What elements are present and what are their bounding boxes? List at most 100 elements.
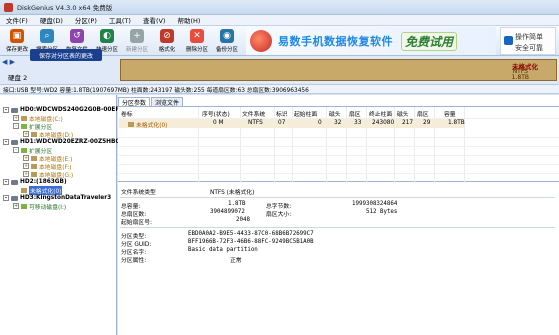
save-icon: ▣ (10, 29, 24, 43)
col-header-label[interactable]: 卷标 (121, 109, 133, 118)
divider (120, 197, 555, 198)
partition-icon (21, 187, 27, 193)
partition-icon (21, 123, 27, 129)
disk-info-text: 接口:USB 型号:WD2 容量:1.8TB(1907697MB) 柱面数:24… (3, 87, 309, 94)
fs-type-value: NTFS (未格式化) (210, 190, 255, 196)
menu-bar: 文件(F) 硬盘(D) 分区(P) 工具(T) 查看(V) 帮助(H) (0, 15, 559, 26)
window-title: DiskGenius V4.3.0 x64 免费版 (17, 4, 113, 12)
collapse-icon[interactable]: - (3, 195, 9, 201)
expand-icon[interactable]: + (13, 115, 19, 121)
cell-start-head: 32 (334, 120, 342, 126)
tab-browse-files[interactable]: 浏览文件 (151, 97, 184, 107)
tab-partition-params[interactable]: 分区参数 (118, 97, 151, 107)
col-header-index[interactable]: 序号(状态) (202, 109, 230, 118)
partition-icon (31, 131, 37, 137)
collapse-icon[interactable]: - (13, 123, 19, 129)
tree-item-d[interactable]: + 本地磁盘(D:) (23, 130, 73, 139)
col-header-end-head[interactable]: 磁头 (397, 109, 409, 118)
grid-row-line (118, 164, 559, 165)
menu-tools[interactable]: 工具(T) (109, 15, 131, 25)
partition-table: 卷标 序号(状态) 文件系统 标识 起始柱面 磁头 扇区 终止柱面 磁头 扇区 … (118, 106, 559, 183)
cell-capacity: 1.8TB (448, 120, 465, 126)
divider (120, 227, 555, 228)
tree-item-g[interactable]: + 本地磁盘(G:) (23, 170, 73, 179)
collapse-icon[interactable]: - (3, 107, 9, 113)
tree-item-hd1[interactable]: - HD1:WDCWD20EZRZ-00Z5HB0(1 (3, 138, 126, 146)
expand-icon[interactable]: + (23, 155, 29, 161)
disk-icon (11, 139, 18, 145)
col-header-start-sector[interactable]: 扇区 (349, 109, 361, 118)
expand-icon[interactable]: + (23, 163, 29, 169)
partition-attr-label: 分区属性: (121, 258, 147, 264)
expand-icon[interactable]: + (23, 131, 29, 137)
menu-disk[interactable]: 硬盘(D) (40, 15, 63, 25)
detail-panel: 分区参数 浏览文件 卷标 序号(状态) 文件系统 标识 起始柱面 磁头 扇区 终… (118, 95, 559, 335)
col-header-end-sector[interactable]: 扇区 (417, 109, 429, 118)
cell-end-sector: 29 (423, 120, 431, 126)
cell-end-cyl: 243080 (372, 120, 395, 126)
search-icon: ⌕ (40, 29, 54, 43)
backup-partition-button[interactable]: ◉ 备份分区 (212, 28, 242, 54)
disk-selector-label: 硬盘 2 (8, 74, 28, 82)
partition-icon (31, 171, 37, 177)
cell-id: 07 (278, 120, 286, 126)
total-capacity-value: 1.8TB (228, 201, 246, 207)
menu-help[interactable]: 帮助(H) (177, 15, 200, 25)
col-header-capacity[interactable]: 容量 (444, 109, 456, 118)
delete-partition-button[interactable]: ✕ 删除分区 (182, 28, 212, 54)
partition-icon (21, 147, 27, 153)
new-partition-button[interactable]: + 新建分区 (122, 28, 152, 54)
col-header-id[interactable]: 标识 (276, 109, 288, 118)
tree-item-i[interactable]: + 可移动磁盘(I:) (13, 202, 66, 211)
ad-side-panel[interactable]: 操作简单 安全可靠 (500, 27, 556, 55)
col-header-start-head[interactable]: 磁头 (329, 109, 341, 118)
col-header-end-cyl[interactable]: 终止柱面 (369, 109, 392, 118)
menu-view[interactable]: 查看(V) (143, 15, 166, 25)
collapse-icon[interactable]: - (3, 179, 9, 185)
cell-index: 0 M (213, 120, 224, 126)
partition-type-value: EBD0A0A2-B9E5-4433-87C0-68B6B72699C7 (188, 231, 314, 237)
cell-end-head: 217 (402, 120, 414, 126)
partition-icon (21, 203, 27, 209)
disk-partition-bar[interactable]: 未格式化 NTFS 1.8TB (120, 59, 557, 81)
new-partition-icon: + (130, 29, 144, 43)
cell-fs: NTFS (248, 120, 263, 126)
ad-text: 易数手机数据恢复软件 (278, 35, 393, 48)
partition-icon (128, 122, 134, 127)
disk-nav-arrows-icon[interactable]: ◀ ▶ (2, 58, 15, 66)
tree-item-unformatted[interactable]: 未格式化(0) (21, 185, 63, 195)
menu-file[interactable]: 文件(F) (6, 15, 28, 25)
collapse-icon[interactable]: - (3, 139, 9, 145)
tab-bar: 分区参数 浏览文件 (118, 97, 184, 107)
expand-icon[interactable]: + (23, 171, 29, 177)
usb-disk-icon (11, 195, 18, 201)
collapse-icon[interactable]: - (13, 147, 19, 153)
grid-row-line (118, 155, 559, 156)
expand-icon[interactable]: + (13, 203, 19, 209)
format-button[interactable]: ⊘ 格式化 (152, 28, 182, 54)
partition-guid-value: BFF1966B-72F3-46B6-88FC-9249BC5B1A0B (188, 239, 314, 245)
grid-row-line (118, 146, 559, 147)
backup-icon: ◉ (220, 29, 234, 43)
start-sector-label: 起始扇区号: (121, 220, 152, 226)
partition-name-value: Basic data partition (188, 247, 258, 253)
fs-type-label: 文件系统类型 (121, 190, 156, 196)
ad-side-line2: 安全可靠 (515, 44, 543, 52)
sector-size-value: 512 Bytes (366, 209, 398, 215)
recover-icon: ↺ (70, 29, 84, 43)
col-header-fs[interactable]: 文件系统 (242, 109, 265, 118)
col-header-start-cyl[interactable]: 起始柱面 (294, 109, 317, 118)
app-icon (4, 2, 13, 12)
ad-banner[interactable]: 易数手机数据恢复软件 免费试用 (246, 27, 496, 55)
total-bytes-value: 1999308324864 (352, 201, 398, 207)
cell-start-sector: 33 (354, 120, 362, 126)
sector-size-label: 扇区大小: (266, 212, 292, 218)
menu-partition[interactable]: 分区(P) (75, 15, 97, 25)
ad-side-line1: 操作简单 (515, 33, 543, 41)
save-changes-button[interactable]: ▣ 保存更改 (2, 28, 32, 54)
tooltip: 保存对分区表的更改 (30, 49, 102, 61)
disk-tree: - HD0:WDCWDS240G2G0B-00EP(2 + 本地磁盘(C:) -… (0, 95, 126, 335)
tree-item-hd0[interactable]: - HD0:WDCWDS240G2G0B-00EP(2 (3, 106, 126, 114)
disk-info-bar: 接口:USB 型号:WD2 容量:1.8TB(1907697MB) 柱面数:24… (0, 84, 559, 94)
format-icon: ⊘ (160, 29, 174, 43)
